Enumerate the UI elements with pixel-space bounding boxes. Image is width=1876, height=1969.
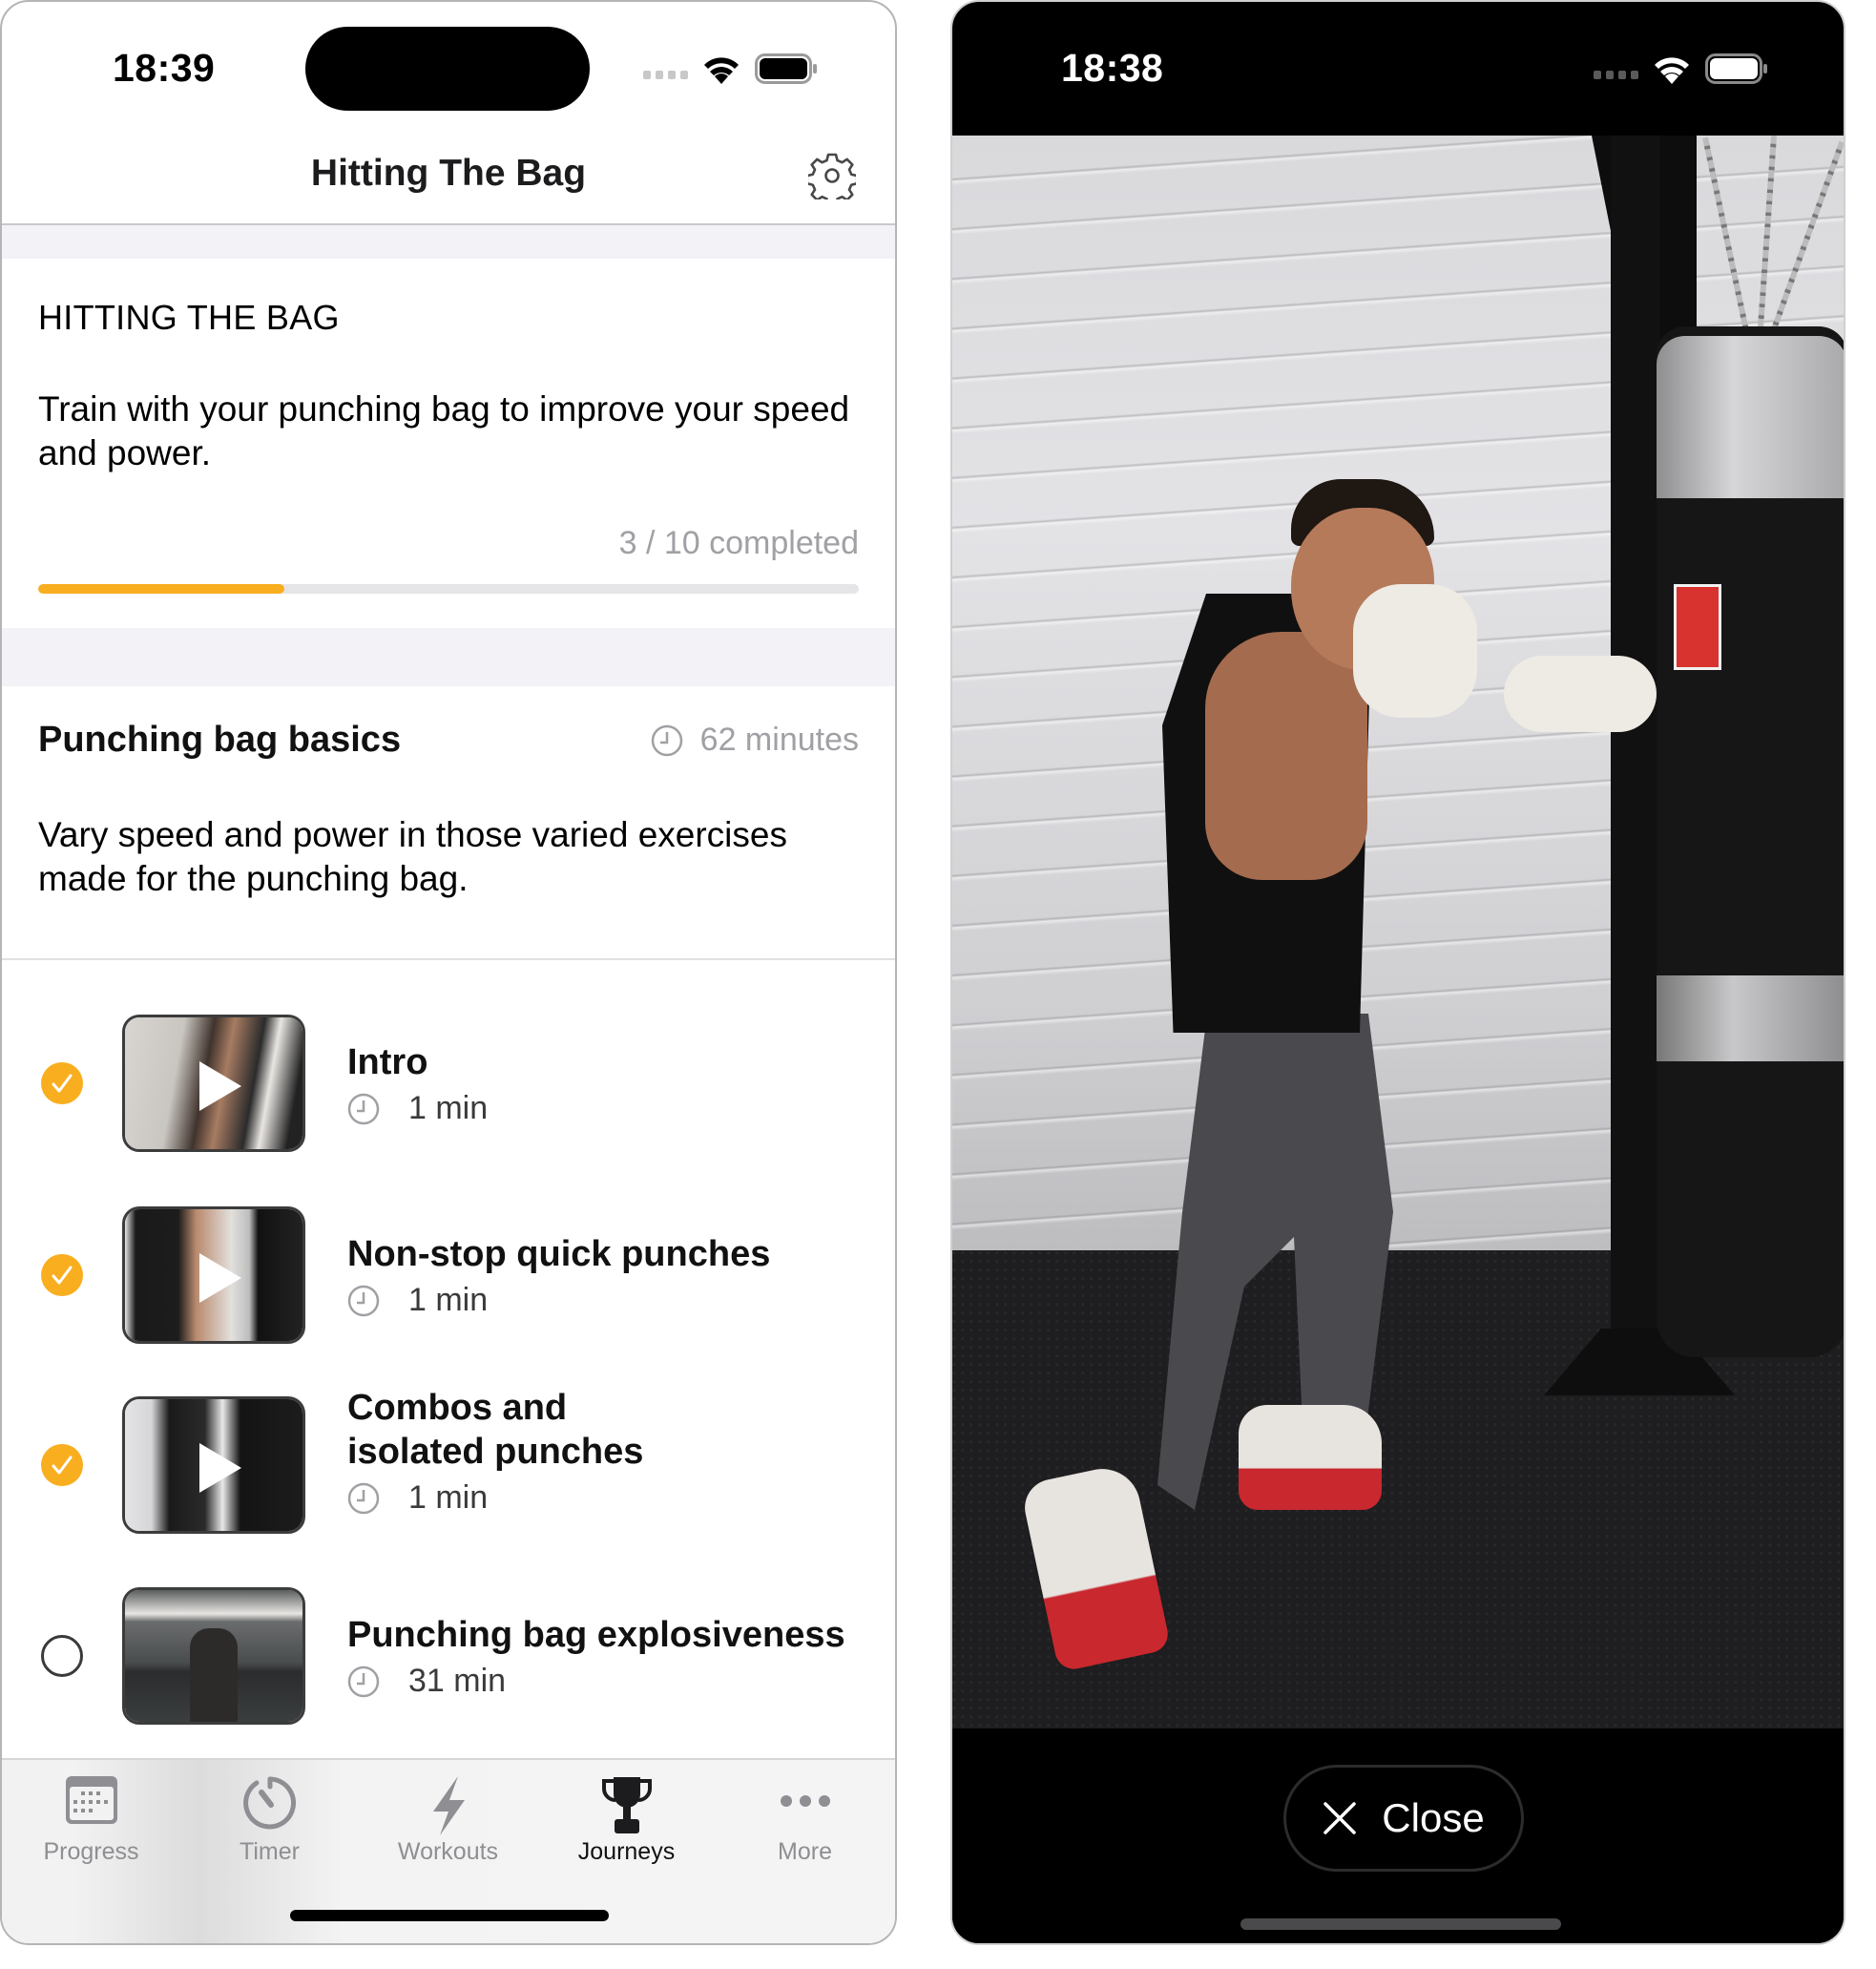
tab-journeys[interactable]: Journeys bbox=[537, 1760, 716, 1875]
more-icon bbox=[780, 1795, 830, 1807]
timer-icon bbox=[242, 1776, 296, 1830]
exercise-title: Intro bbox=[347, 1042, 428, 1082]
exercise-item[interactable]: Punching bag explosiveness 31 min bbox=[2, 1584, 895, 1728]
exercise-item[interactable]: Intro 1 min bbox=[2, 1012, 895, 1155]
section-description: Vary speed and power in those varied exe… bbox=[38, 815, 787, 898]
clock-icon bbox=[347, 1093, 380, 1124]
exercise-title: Combos and isolated punches bbox=[347, 1388, 644, 1472]
journey-progress-bar bbox=[38, 584, 859, 594]
status-time: 18:39 bbox=[113, 46, 216, 90]
incomplete-check[interactable] bbox=[41, 1635, 83, 1677]
clock-icon bbox=[347, 1285, 380, 1316]
battery-icon bbox=[1705, 53, 1768, 84]
bolt-icon bbox=[432, 1776, 465, 1835]
exercise-duration: 1 min bbox=[408, 1282, 489, 1318]
completed-check[interactable] bbox=[41, 1062, 83, 1104]
tab-label: Progress bbox=[43, 1838, 139, 1865]
exercise-item[interactable]: Non-stop quick punches 1 min bbox=[2, 1204, 895, 1347]
completed-check[interactable] bbox=[41, 1444, 83, 1486]
play-icon bbox=[199, 1443, 241, 1493]
exercise-duration: 1 min bbox=[408, 1479, 489, 1516]
status-icons bbox=[643, 52, 818, 86]
tab-label: Timer bbox=[240, 1838, 300, 1865]
settings-button[interactable] bbox=[805, 152, 859, 206]
video-player-screen: 18:38 Close bbox=[950, 0, 1845, 1945]
play-icon bbox=[199, 1253, 241, 1303]
completed-check[interactable] bbox=[41, 1254, 83, 1296]
exercise-thumbnail[interactable] bbox=[122, 1206, 305, 1344]
clock-icon bbox=[651, 724, 682, 756]
cellular-signal-icon bbox=[643, 70, 688, 79]
exercise-duration: 31 min bbox=[408, 1663, 507, 1699]
exercise-thumbnail[interactable] bbox=[122, 1015, 305, 1152]
battery-icon bbox=[755, 53, 818, 84]
clock-icon bbox=[347, 1665, 380, 1697]
checkmark-icon bbox=[52, 1456, 73, 1475]
clock-icon bbox=[347, 1482, 380, 1514]
tab-more[interactable]: More bbox=[716, 1760, 894, 1875]
section-duration: 62 minutes bbox=[651, 722, 859, 759]
exercise-item[interactable]: Combos and isolated punches 1 min bbox=[2, 1388, 895, 1537]
exercise-title: Punching bag explosiveness bbox=[347, 1615, 845, 1655]
video-boxer-arm bbox=[1205, 632, 1367, 880]
exercise-duration: 1 min bbox=[408, 1090, 489, 1126]
tab-workouts[interactable]: Workouts bbox=[359, 1760, 537, 1875]
section-spacer bbox=[2, 225, 895, 259]
checkmark-icon bbox=[52, 1074, 73, 1093]
thumbnail-figure bbox=[190, 1628, 238, 1722]
close-button[interactable]: Close bbox=[1283, 1765, 1524, 1872]
wifi-icon bbox=[1652, 52, 1692, 85]
video-bag-stand-post bbox=[1611, 136, 1660, 1376]
exercise-title: Non-stop quick punches bbox=[347, 1234, 771, 1274]
checkmark-icon bbox=[52, 1266, 73, 1285]
tab-timer[interactable]: Timer bbox=[180, 1760, 359, 1875]
dynamic-island bbox=[305, 27, 590, 111]
journey-screen: 18:39 Hitting The Bag HITTING THE BAG Tr… bbox=[0, 0, 897, 1945]
status-icons bbox=[1594, 52, 1768, 86]
video-controls-area: Close bbox=[952, 1728, 1844, 1943]
video-boxer-glove bbox=[1353, 584, 1477, 718]
play-icon bbox=[199, 1061, 241, 1111]
home-indicator[interactable] bbox=[1240, 1918, 1561, 1930]
exercise-video[interactable] bbox=[952, 136, 1844, 1728]
tab-progress[interactable]: Progress bbox=[2, 1760, 180, 1875]
video-punching-bag bbox=[1657, 326, 1844, 1357]
exercise-thumbnail[interactable] bbox=[122, 1587, 305, 1725]
video-boxer-glove bbox=[1504, 656, 1657, 732]
journey-heading: HITTING THE BAG bbox=[38, 298, 340, 337]
tab-label: Workouts bbox=[397, 1838, 499, 1865]
section-title: Punching bag basics bbox=[38, 720, 402, 760]
home-indicator[interactable] bbox=[290, 1910, 609, 1921]
journey-description: Train with your punching bag to improve … bbox=[38, 389, 850, 472]
close-icon bbox=[1324, 1802, 1357, 1834]
video-boxer-shoe bbox=[1239, 1405, 1382, 1510]
exercise-thumbnail[interactable] bbox=[122, 1396, 305, 1534]
wifi-icon bbox=[701, 52, 741, 85]
tab-bar: Progress Timer Workouts Journeys More bbox=[2, 1758, 895, 1943]
calendar-icon bbox=[65, 1776, 117, 1824]
journey-progress-fill bbox=[38, 584, 284, 594]
nav-title: Hitting The Bag bbox=[310, 153, 587, 194]
close-label: Close bbox=[1382, 1795, 1485, 1840]
trophy-icon bbox=[601, 1777, 652, 1833]
section-duration-text: 62 minutes bbox=[699, 722, 859, 758]
tab-label: More bbox=[778, 1838, 832, 1865]
tab-label: Journeys bbox=[577, 1838, 676, 1865]
section-spacer bbox=[2, 628, 895, 686]
gear-icon bbox=[805, 153, 859, 206]
cellular-signal-icon bbox=[1594, 70, 1638, 79]
completed-count: 3 / 10 completed bbox=[618, 525, 859, 561]
list-divider bbox=[2, 958, 895, 960]
status-time: 18:38 bbox=[1061, 46, 1164, 90]
